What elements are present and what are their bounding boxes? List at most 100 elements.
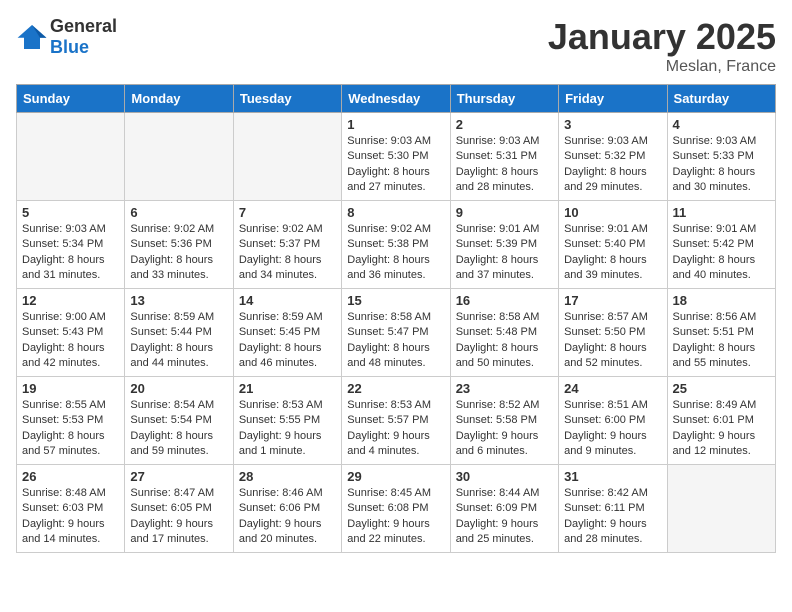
calendar-cell: [233, 113, 341, 201]
day-content: Sunrise: 9:03 AM Sunset: 5:34 PM Dayligh…: [22, 222, 119, 284]
day-content: Sunrise: 8:46 AM Sunset: 6:06 PM Dayligh…: [239, 486, 336, 548]
week-row-2: 5 Sunrise: 9:03 AM Sunset: 5:34 PM Daylig…: [17, 201, 776, 289]
calendar-cell: 31 Sunrise: 8:42 AM Sunset: 6:11 PM Dayli…: [559, 465, 667, 553]
day-number: 21: [239, 381, 336, 396]
calendar-cell: 21 Sunrise: 8:53 AM Sunset: 5:55 PM Dayli…: [233, 377, 341, 465]
calendar-cell: 18 Sunrise: 8:56 AM Sunset: 5:51 PM Dayli…: [667, 289, 775, 377]
day-content: Sunrise: 9:02 AM Sunset: 5:38 PM Dayligh…: [347, 222, 444, 284]
calendar-cell: 7 Sunrise: 9:02 AM Sunset: 5:37 PM Daylig…: [233, 201, 341, 289]
calendar-cell: 30Sunrise: 8:44 AM Sunset: 6:09 PM Dayli…: [450, 465, 558, 553]
calendar-cell: 12Sunrise: 9:00 AM Sunset: 5:43 PM Dayli…: [17, 289, 125, 377]
calendar-cell: 1 Sunrise: 9:03 AM Sunset: 5:30 PM Daylig…: [342, 113, 450, 201]
day-number: 6: [130, 205, 227, 220]
day-number: 16: [456, 293, 553, 308]
calendar-cell: 16Sunrise: 8:58 AM Sunset: 5:48 PM Dayli…: [450, 289, 558, 377]
weekday-header-tuesday: Tuesday: [233, 85, 341, 113]
logo: General Blue: [16, 16, 117, 58]
day-number: 3: [564, 117, 661, 132]
day-content: Sunrise: 8:44 AM Sunset: 6:09 PM Dayligh…: [456, 486, 553, 548]
day-content: Sunrise: 9:03 AM Sunset: 5:31 PM Dayligh…: [456, 134, 553, 196]
day-number: 18: [673, 293, 770, 308]
calendar-cell: 3 Sunrise: 9:03 AM Sunset: 5:32 PM Daylig…: [559, 113, 667, 201]
day-number: 31: [564, 469, 661, 484]
day-number: 13: [130, 293, 227, 308]
day-content: Sunrise: 8:53 AM Sunset: 5:57 PM Dayligh…: [347, 398, 444, 460]
location-title: Meslan, France: [548, 58, 776, 76]
day-content: Sunrise: 8:58 AM Sunset: 5:47 PM Dayligh…: [347, 310, 444, 372]
page-header: General Blue January 2025 Meslan, France: [16, 16, 776, 76]
calendar-cell: 13 Sunrise: 8:59 AM Sunset: 5:44 PM Dayli…: [125, 289, 233, 377]
day-content: Sunrise: 9:03 AM Sunset: 5:30 PM Dayligh…: [347, 134, 444, 196]
calendar-cell: 19 Sunrise: 8:55 AM Sunset: 5:53 PM Dayli…: [17, 377, 125, 465]
day-content: Sunrise: 9:00 AM Sunset: 5:43 PM Dayligh…: [22, 310, 119, 372]
calendar-cell: 11 Sunrise: 9:01 AM Sunset: 5:42 PM Dayli…: [667, 201, 775, 289]
day-content: Sunrise: 9:01 AM Sunset: 5:39 PM Dayligh…: [456, 222, 553, 284]
day-number: 25: [673, 381, 770, 396]
calendar-cell: 6Sunrise: 9:02 AM Sunset: 5:36 PM Daylig…: [125, 201, 233, 289]
calendar-cell: 8 Sunrise: 9:02 AM Sunset: 5:38 PM Daylig…: [342, 201, 450, 289]
calendar-cell: 5 Sunrise: 9:03 AM Sunset: 5:34 PM Daylig…: [17, 201, 125, 289]
calendar-cell: 22 Sunrise: 8:53 AM Sunset: 5:57 PM Dayli…: [342, 377, 450, 465]
calendar-cell: 17Sunrise: 8:57 AM Sunset: 5:50 PM Dayli…: [559, 289, 667, 377]
day-number: 28: [239, 469, 336, 484]
logo-blue-text: Blue: [50, 37, 89, 57]
day-content: Sunrise: 8:45 AM Sunset: 6:08 PM Dayligh…: [347, 486, 444, 548]
calendar-cell: 24 Sunrise: 8:51 AM Sunset: 6:00 PM Dayli…: [559, 377, 667, 465]
week-row-5: 26 Sunrise: 8:48 AM Sunset: 6:03 PM Dayli…: [17, 465, 776, 553]
calendar-cell: 15 Sunrise: 8:58 AM Sunset: 5:47 PM Dayli…: [342, 289, 450, 377]
day-number: 19: [22, 381, 119, 396]
day-content: Sunrise: 8:52 AM Sunset: 5:58 PM Dayligh…: [456, 398, 553, 460]
calendar-cell: 25 Sunrise: 8:49 AM Sunset: 6:01 PM Dayli…: [667, 377, 775, 465]
day-number: 9: [456, 205, 553, 220]
day-content: Sunrise: 8:59 AM Sunset: 5:44 PM Dayligh…: [130, 310, 227, 372]
day-number: 26: [22, 469, 119, 484]
weekday-header-thursday: Thursday: [450, 85, 558, 113]
day-content: Sunrise: 8:51 AM Sunset: 6:00 PM Dayligh…: [564, 398, 661, 460]
calendar-cell: 4 Sunrise: 9:03 AM Sunset: 5:33 PM Daylig…: [667, 113, 775, 201]
day-number: 15: [347, 293, 444, 308]
day-content: Sunrise: 8:42 AM Sunset: 6:11 PM Dayligh…: [564, 486, 661, 548]
calendar-table: SundayMondayTuesdayWednesdayThursdayFrid…: [16, 84, 776, 553]
week-row-3: 12Sunrise: 9:00 AM Sunset: 5:43 PM Dayli…: [17, 289, 776, 377]
calendar-cell: 20Sunrise: 8:54 AM Sunset: 5:54 PM Dayli…: [125, 377, 233, 465]
day-content: Sunrise: 9:03 AM Sunset: 5:32 PM Dayligh…: [564, 134, 661, 196]
calendar-cell: 10Sunrise: 9:01 AM Sunset: 5:40 PM Dayli…: [559, 201, 667, 289]
calendar-cell: 29Sunrise: 8:45 AM Sunset: 6:08 PM Dayli…: [342, 465, 450, 553]
calendar-cell: 2 Sunrise: 9:03 AM Sunset: 5:31 PM Daylig…: [450, 113, 558, 201]
day-number: 22: [347, 381, 444, 396]
day-content: Sunrise: 8:49 AM Sunset: 6:01 PM Dayligh…: [673, 398, 770, 460]
day-content: Sunrise: 9:02 AM Sunset: 5:37 PM Dayligh…: [239, 222, 336, 284]
day-number: 7: [239, 205, 336, 220]
day-content: Sunrise: 8:47 AM Sunset: 6:05 PM Dayligh…: [130, 486, 227, 548]
weekday-header-row: SundayMondayTuesdayWednesdayThursdayFrid…: [17, 85, 776, 113]
day-content: Sunrise: 9:03 AM Sunset: 5:33 PM Dayligh…: [673, 134, 770, 196]
week-row-1: 1 Sunrise: 9:03 AM Sunset: 5:30 PM Daylig…: [17, 113, 776, 201]
day-number: 4: [673, 117, 770, 132]
calendar-cell: 9 Sunrise: 9:01 AM Sunset: 5:39 PM Daylig…: [450, 201, 558, 289]
weekday-header-saturday: Saturday: [667, 85, 775, 113]
calendar-cell: 14Sunrise: 8:59 AM Sunset: 5:45 PM Dayli…: [233, 289, 341, 377]
day-number: 1: [347, 117, 444, 132]
calendar-cell: [17, 113, 125, 201]
day-content: Sunrise: 8:48 AM Sunset: 6:03 PM Dayligh…: [22, 486, 119, 548]
day-number: 2: [456, 117, 553, 132]
title-block: January 2025 Meslan, France: [548, 16, 776, 76]
calendar-cell: 27Sunrise: 8:47 AM Sunset: 6:05 PM Dayli…: [125, 465, 233, 553]
day-number: 8: [347, 205, 444, 220]
day-number: 5: [22, 205, 119, 220]
day-content: Sunrise: 8:53 AM Sunset: 5:55 PM Dayligh…: [239, 398, 336, 460]
day-number: 20: [130, 381, 227, 396]
day-content: Sunrise: 9:01 AM Sunset: 5:42 PM Dayligh…: [673, 222, 770, 284]
calendar-cell: 26 Sunrise: 8:48 AM Sunset: 6:03 PM Dayli…: [17, 465, 125, 553]
day-number: 17: [564, 293, 661, 308]
weekday-header-monday: Monday: [125, 85, 233, 113]
day-content: Sunrise: 8:56 AM Sunset: 5:51 PM Dayligh…: [673, 310, 770, 372]
day-content: Sunrise: 9:01 AM Sunset: 5:40 PM Dayligh…: [564, 222, 661, 284]
calendar-cell: 23Sunrise: 8:52 AM Sunset: 5:58 PM Dayli…: [450, 377, 558, 465]
weekday-header-friday: Friday: [559, 85, 667, 113]
day-number: 24: [564, 381, 661, 396]
month-title: January 2025: [548, 16, 776, 58]
day-content: Sunrise: 8:55 AM Sunset: 5:53 PM Dayligh…: [22, 398, 119, 460]
day-number: 11: [673, 205, 770, 220]
logo-icon: [16, 23, 48, 51]
